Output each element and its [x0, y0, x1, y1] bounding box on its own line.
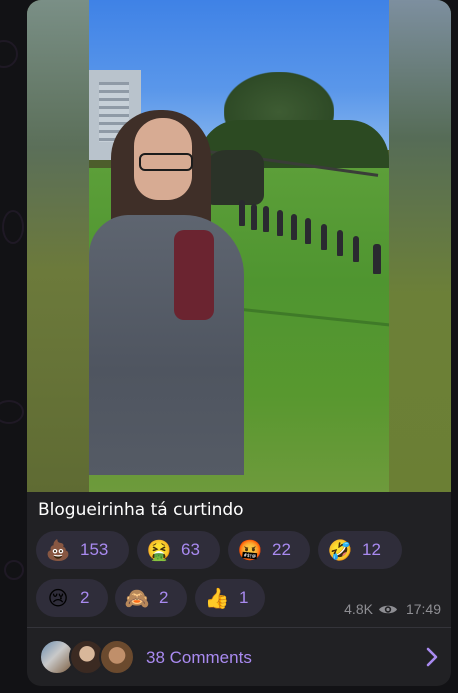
post-meta: 4.8K 17:49 — [344, 601, 441, 617]
chevron-right-icon — [426, 647, 438, 667]
reaction-count: 153 — [80, 540, 109, 559]
reaction-rofl[interactable]: 🤣 12 — [318, 531, 402, 569]
background-doodle — [0, 40, 18, 68]
crying-face-icon: 😢 — [47, 586, 69, 610]
person — [321, 224, 327, 250]
reaction-poop[interactable]: 💩 153 — [36, 531, 129, 569]
post-video[interactable] — [27, 0, 451, 492]
eye-icon — [378, 605, 397, 613]
see-no-evil-monkey-icon: 🙈 — [124, 586, 150, 610]
poop-icon: 💩 — [45, 538, 71, 562]
person — [251, 204, 257, 230]
reaction-count: 22 — [272, 540, 291, 559]
helicopter — [204, 150, 264, 205]
video-frame — [89, 0, 389, 492]
thumbs-up-icon: 👍 — [204, 586, 230, 610]
comments-button[interactable]: 38 Comments — [27, 628, 451, 686]
person — [353, 236, 359, 262]
reaction-count: 2 — [159, 588, 169, 607]
video-blur-left — [27, 0, 89, 492]
reaction-vomiting[interactable]: 🤮 63 — [137, 531, 220, 569]
chat-background: Blogueirinha tá curtindo 💩 153 🤮 63 🤬 22… — [0, 0, 458, 693]
person — [291, 214, 297, 240]
commenter-avatar — [99, 639, 135, 675]
person — [239, 200, 245, 226]
post-caption: Blogueirinha tá curtindo — [38, 500, 244, 520]
person — [337, 230, 343, 256]
channel-post[interactable]: Blogueirinha tá curtindo 💩 153 🤮 63 🤬 22… — [27, 0, 451, 686]
reaction-count: 63 — [181, 540, 200, 559]
person — [263, 206, 269, 232]
reaction-cursing[interactable]: 🤬 22 — [228, 531, 310, 569]
person — [277, 210, 283, 236]
post-time: 17:49 — [405, 601, 441, 617]
reaction-see-no-evil[interactable]: 🙈 2 — [115, 579, 187, 617]
background-doodle — [0, 400, 24, 424]
reaction-count: 12 — [362, 540, 381, 559]
view-count: 4.8K — [344, 601, 373, 617]
cursing-face-icon: 🤬 — [237, 538, 263, 562]
comments-count-label: 38 Comments — [146, 648, 252, 667]
people-queue — [239, 200, 389, 280]
rolling-laughing-icon: 🤣 — [327, 538, 353, 562]
reaction-crying[interactable]: 😢 2 — [36, 579, 108, 617]
background-doodle — [4, 560, 24, 580]
reaction-count: 1 — [239, 588, 249, 607]
glasses — [139, 153, 193, 171]
vomiting-face-icon: 🤮 — [146, 538, 172, 562]
video-blur-right — [389, 0, 451, 492]
reaction-thumbs-up[interactable]: 👍 1 — [195, 579, 265, 617]
woman-coat — [89, 215, 244, 475]
person — [373, 244, 381, 274]
background-doodle — [2, 210, 24, 244]
reaction-count: 2 — [80, 588, 90, 607]
person — [305, 218, 311, 244]
woman-scarf — [174, 230, 214, 320]
